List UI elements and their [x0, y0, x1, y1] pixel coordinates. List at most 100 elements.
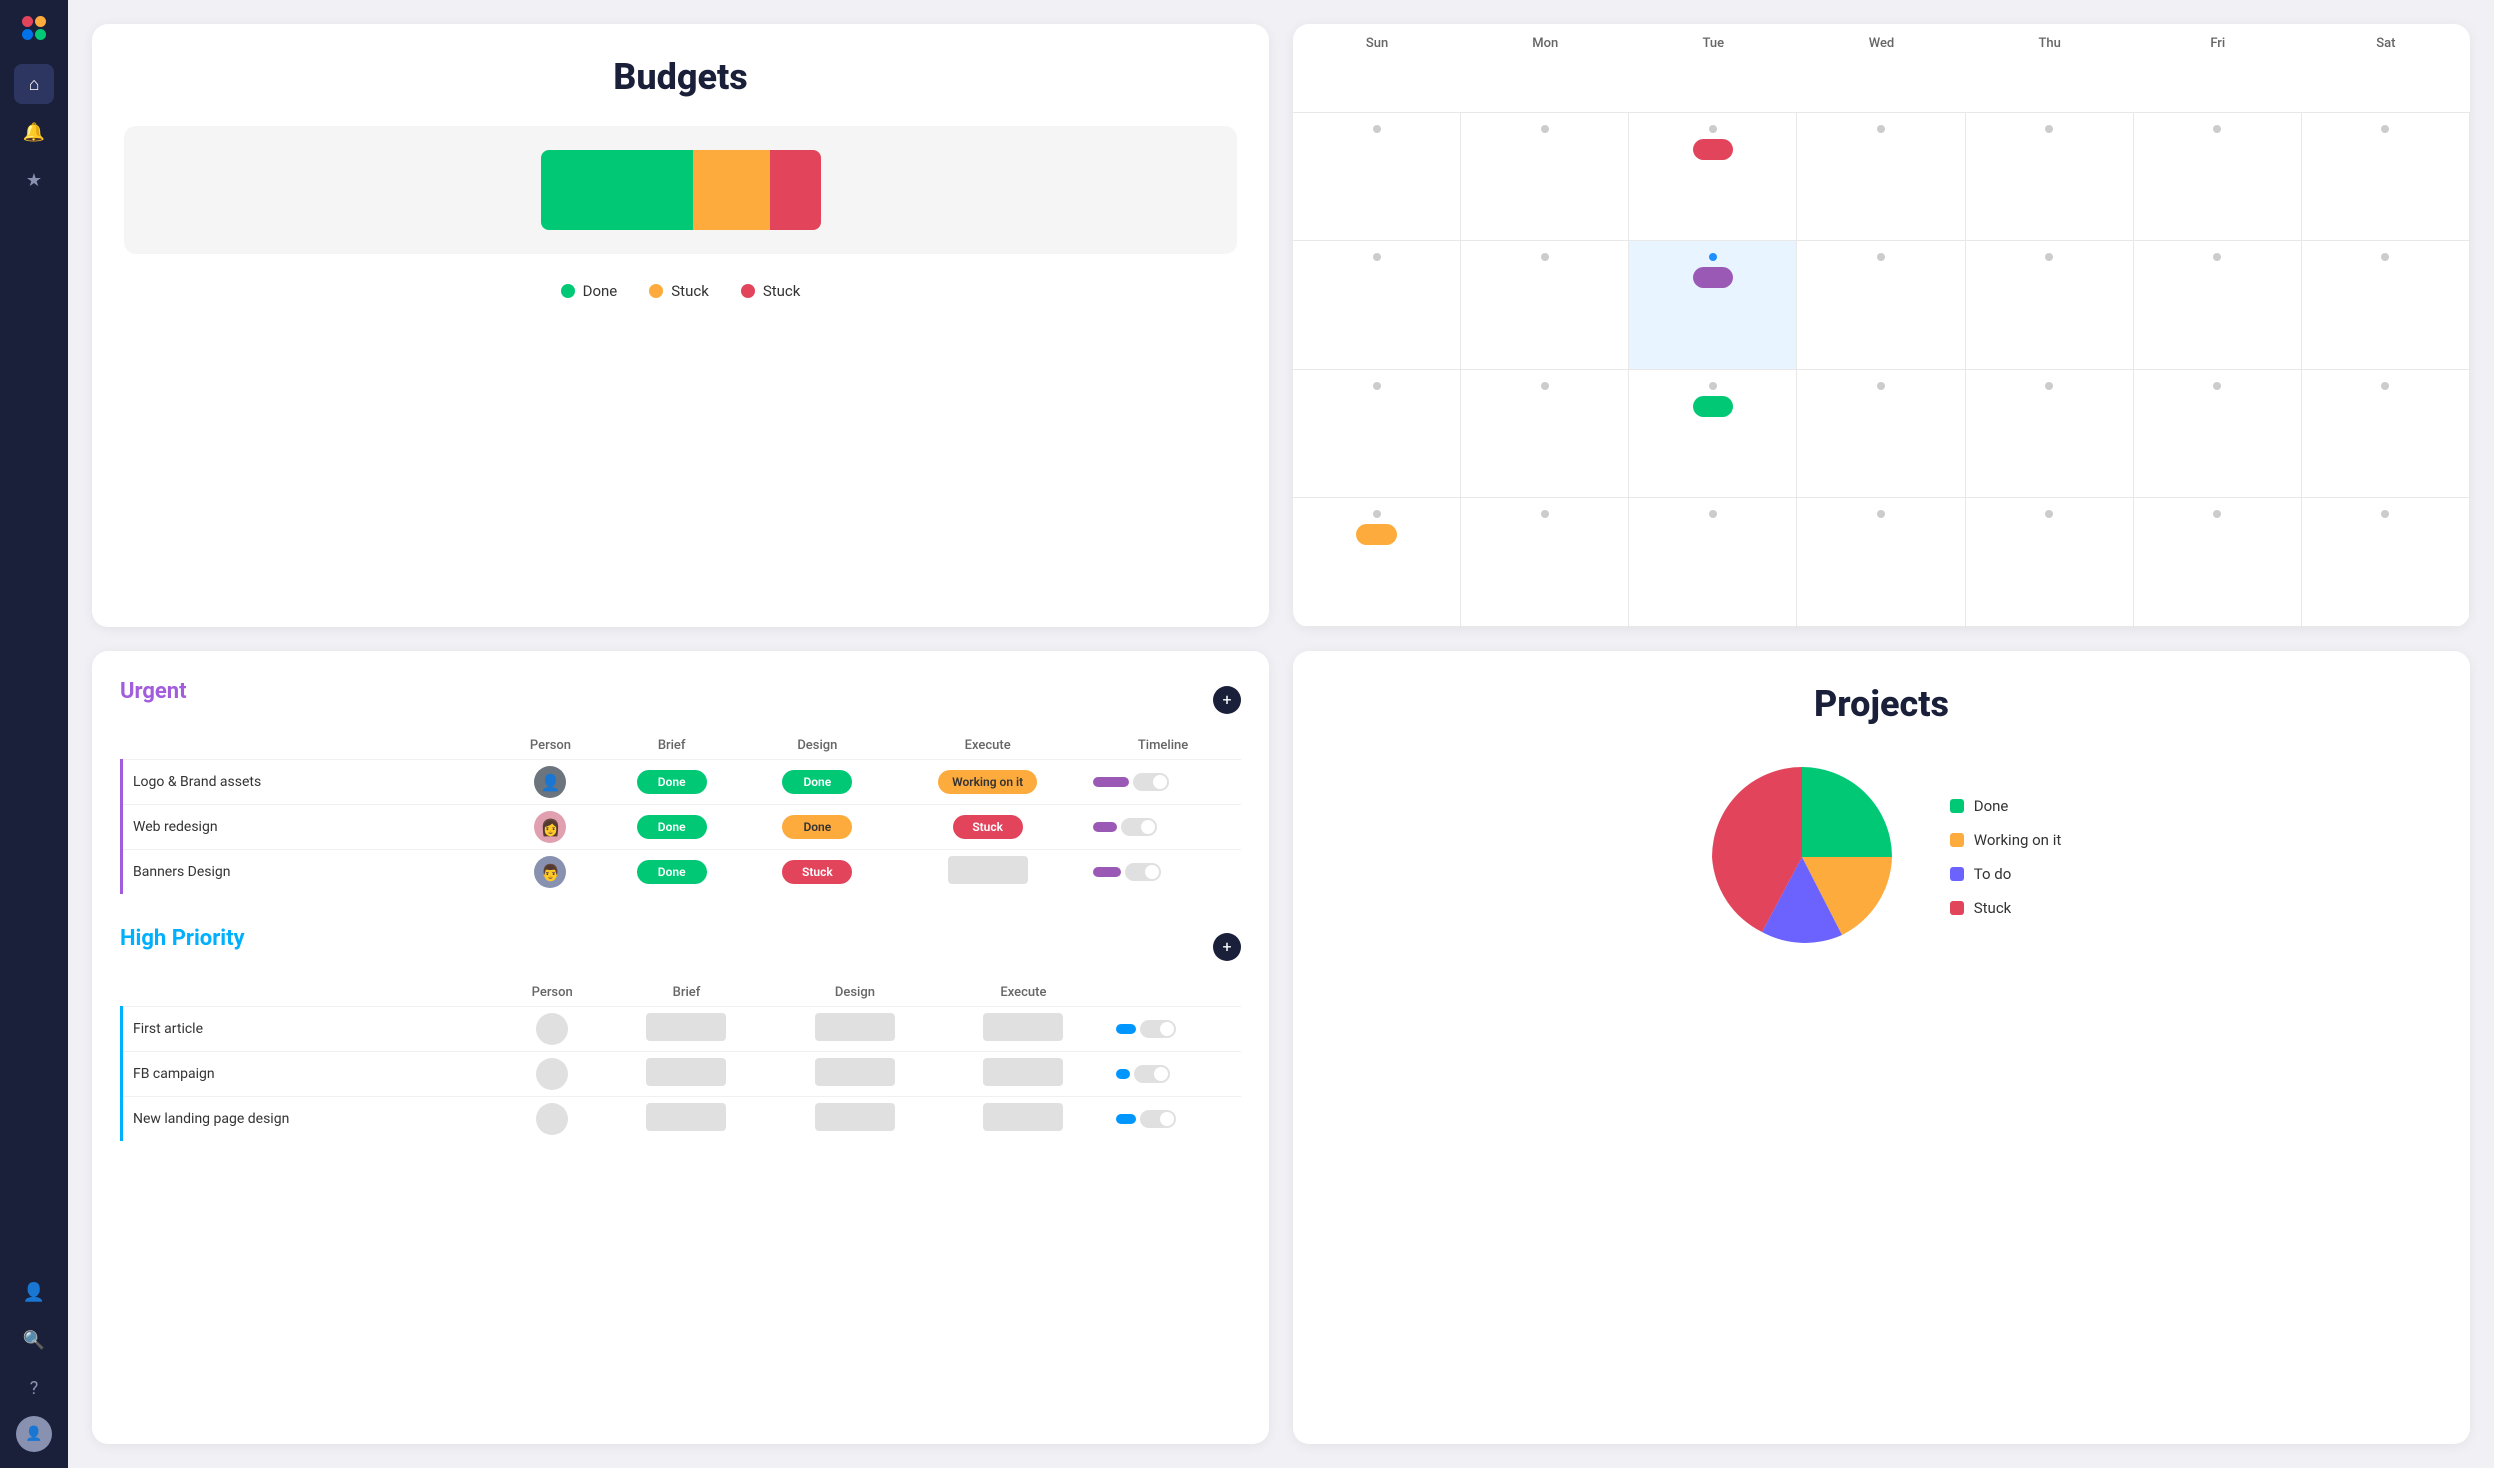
cal-header-fri: Fri — [2134, 24, 2302, 113]
cal-dot — [2045, 382, 2053, 390]
todo-square — [1950, 867, 1964, 881]
bell-icon[interactable]: 🔔 — [14, 112, 54, 152]
table-row: First article — [122, 1007, 1242, 1052]
cal-dot — [2045, 253, 2053, 261]
home-icon[interactable]: ⌂ — [14, 64, 54, 104]
cal-header-thu: Thu — [1966, 24, 2134, 113]
table-row: New landing page design — [122, 1097, 1242, 1142]
help-icon[interactable]: ? — [14, 1368, 54, 1408]
cal-cell-r4c5 — [1966, 498, 2134, 627]
timeline-bar — [1093, 822, 1117, 832]
main-content: Budgets Done Stuck Stuck — [68, 0, 2494, 1468]
cal-cell-r3c3 — [1629, 370, 1797, 499]
toggle[interactable] — [1133, 773, 1169, 791]
status-empty — [815, 1058, 895, 1086]
cal-dot — [1373, 510, 1381, 518]
status-badge[interactable]: Done — [782, 815, 852, 839]
task-name-landing: New landing page design — [122, 1097, 503, 1142]
cal-cell-r2c2 — [1461, 241, 1629, 370]
user-add-icon[interactable]: 👤 — [14, 1272, 54, 1312]
stuck-square — [1950, 901, 1964, 915]
cal-event-purple — [1693, 267, 1733, 288]
cal-cell-r1c2 — [1461, 113, 1629, 242]
avatar: 👤 — [534, 766, 566, 798]
cal-header-tue: Tue — [1629, 24, 1797, 113]
toggle[interactable] — [1134, 1065, 1170, 1083]
cal-dot — [2381, 125, 2389, 133]
status-badge[interactable]: Working on it — [938, 770, 1037, 794]
task-person-banners: 👨 — [502, 850, 599, 895]
legend-stuck-red: Stuck — [741, 282, 801, 300]
cal-cell-r2c7 — [2302, 241, 2470, 370]
cal-cell-r4c3 — [1629, 498, 1797, 627]
high-col-person: Person — [502, 979, 602, 1007]
cal-cell-r1c7 — [2302, 113, 2470, 242]
stuck-red-label: Stuck — [763, 282, 801, 300]
person-placeholder — [536, 1103, 568, 1135]
task-brief-landing — [602, 1097, 770, 1142]
urgent-add-button[interactable]: + — [1213, 686, 1241, 714]
cal-dot — [2381, 253, 2389, 261]
table-row: Banners Design 👨 Done Stuck — [122, 850, 1242, 895]
timeline-bar-blue — [1116, 1024, 1136, 1034]
cal-dot — [1373, 382, 1381, 390]
status-empty — [983, 1058, 1063, 1086]
status-badge[interactable]: Done — [782, 770, 852, 794]
cal-cell-r2c3 — [1629, 241, 1797, 370]
legend-row-stuck: Stuck — [1950, 899, 2062, 917]
task-brief-logo: Done — [599, 760, 745, 805]
timeline-bar-blue — [1116, 1069, 1130, 1079]
cal-dot-blue — [1709, 253, 1717, 261]
status-badge[interactable]: Done — [637, 860, 707, 884]
timeline-cell — [1093, 863, 1233, 881]
timeline-cell — [1116, 1110, 1233, 1128]
cal-cell-r2c4 — [1797, 241, 1965, 370]
tasks-card: Urgent + Person Brief Design Execute Tim… — [92, 651, 1269, 1444]
cal-cell-r1c3 — [1629, 113, 1797, 242]
task-timeline-first — [1108, 1007, 1241, 1052]
cal-cell-r2c1 — [1293, 241, 1461, 370]
working-square — [1950, 833, 1964, 847]
status-badge[interactable]: Done — [637, 770, 707, 794]
status-badge[interactable]: Stuck — [953, 815, 1023, 839]
toggle[interactable] — [1121, 818, 1157, 836]
search-icon[interactable]: 🔍 — [14, 1320, 54, 1360]
user-avatar[interactable]: 👤 — [16, 1416, 52, 1452]
cal-dot — [2045, 510, 2053, 518]
task-name-first-article: First article — [122, 1007, 503, 1052]
toggle[interactable] — [1125, 863, 1161, 881]
high-col-name — [122, 979, 503, 1007]
status-badge[interactable]: Done — [637, 815, 707, 839]
cal-dot — [2213, 253, 2221, 261]
cal-cell-r3c7 — [2302, 370, 2470, 499]
toggle[interactable] — [1140, 1110, 1176, 1128]
projects-card: Projects Done — [1293, 651, 2470, 1444]
table-row: FB campaign — [122, 1052, 1242, 1097]
task-person-logo: 👤 — [502, 760, 599, 805]
legend-row-todo: To do — [1950, 865, 2062, 883]
task-name-fb: FB campaign — [122, 1052, 503, 1097]
timeline-bar — [1093, 867, 1121, 877]
urgent-col-execute: Execute — [890, 732, 1085, 760]
task-name-banners: Banners Design — [122, 850, 503, 895]
cal-dot — [2045, 125, 2053, 133]
timeline-cell — [1116, 1065, 1233, 1083]
cal-dot — [2213, 382, 2221, 390]
legend-row-done: Done — [1950, 797, 2062, 815]
timeline-cell — [1093, 818, 1233, 836]
stuck-red-dot — [741, 284, 755, 298]
task-brief-first — [602, 1007, 770, 1052]
status-badge[interactable]: Stuck — [782, 860, 852, 884]
cal-event-red — [1693, 139, 1733, 160]
cal-cell-r4c2 — [1461, 498, 1629, 627]
app-logo[interactable] — [22, 16, 46, 40]
high-col-design: Design — [771, 979, 939, 1007]
cal-cell-r4c1 — [1293, 498, 1461, 627]
cal-dot — [1373, 253, 1381, 261]
status-empty — [646, 1058, 726, 1086]
cal-dot — [2213, 125, 2221, 133]
projects-title: Projects — [1814, 683, 1949, 725]
star-icon[interactable]: ★ — [14, 160, 54, 200]
high-priority-add-button[interactable]: + — [1213, 933, 1241, 961]
toggle[interactable] — [1140, 1020, 1176, 1038]
